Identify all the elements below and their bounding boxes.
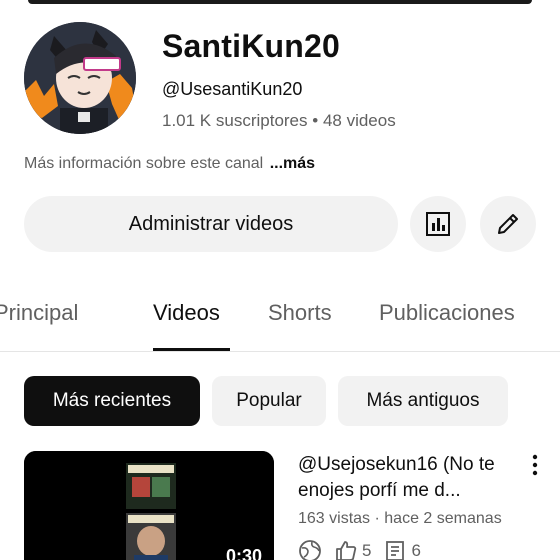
like-count-value: 5	[362, 541, 372, 560]
video-thumbnail[interactable]: 0:30	[24, 451, 274, 560]
channel-banner	[28, 0, 532, 4]
stats-separator: •	[312, 111, 319, 130]
tab-videos[interactable]: Videos	[153, 300, 220, 326]
pencil-icon	[498, 214, 518, 234]
comment-count[interactable]: 6	[383, 539, 421, 560]
video-duration: 0:30	[225, 546, 262, 560]
channel-tabs: Principal Videos Shorts Publicaciones	[0, 284, 560, 352]
like-count[interactable]: 5	[334, 539, 371, 560]
tab-publicaciones[interactable]: Publicaciones	[379, 300, 515, 326]
globe-icon	[299, 540, 321, 560]
analytics-button[interactable]	[410, 196, 466, 252]
video-title[interactable]: @Usejosekun16 (No te enojes porfí me d..…	[298, 452, 508, 504]
channel-avatar[interactable]	[24, 22, 136, 134]
thumbnail-image	[24, 451, 274, 560]
channel-handle: @UsesantiKun20	[162, 79, 303, 99]
manage-videos-button[interactable]: Administrar videos	[24, 196, 398, 252]
thumbs-up-icon	[336, 541, 357, 560]
tab-principal[interactable]: Principal	[0, 300, 78, 326]
channel-stats: 1.01 K suscriptores • 48 videos	[162, 111, 396, 131]
edit-channel-button[interactable]	[480, 196, 536, 252]
video-count: 48 videos	[322, 111, 396, 130]
about-more: ...más	[269, 155, 316, 172]
video-actions: 5 6	[298, 538, 421, 560]
more-vert-icon	[532, 454, 538, 476]
active-tab-indicator	[153, 348, 230, 351]
video-age: hace 2 semanas	[384, 510, 502, 527]
analytics-icon	[426, 212, 450, 236]
video-meta: 163 vistas · hace 2 semanas	[298, 510, 502, 528]
filter-chip-oldest[interactable]: Más antiguos	[338, 376, 508, 426]
filter-chip-recent[interactable]: Más recientes	[24, 376, 200, 426]
tab-shorts[interactable]: Shorts	[268, 300, 332, 326]
comments-icon	[386, 541, 405, 560]
comment-count-value: 6	[411, 541, 421, 560]
subscriber-count: 1.01 K suscriptores	[162, 111, 308, 130]
filter-chip-popular[interactable]: Popular	[212, 376, 326, 426]
meta-separator: ·	[374, 510, 380, 527]
avatar-image	[24, 22, 136, 134]
channel-name: SantiKun20	[162, 28, 341, 64]
about-text: Más información sobre este canal	[24, 155, 264, 172]
video-menu-button[interactable]	[525, 452, 545, 478]
video-views: 163 vistas	[298, 510, 371, 527]
channel-about-link[interactable]: Más información sobre este canal ...más	[24, 155, 315, 173]
visibility-public[interactable]	[298, 539, 322, 560]
